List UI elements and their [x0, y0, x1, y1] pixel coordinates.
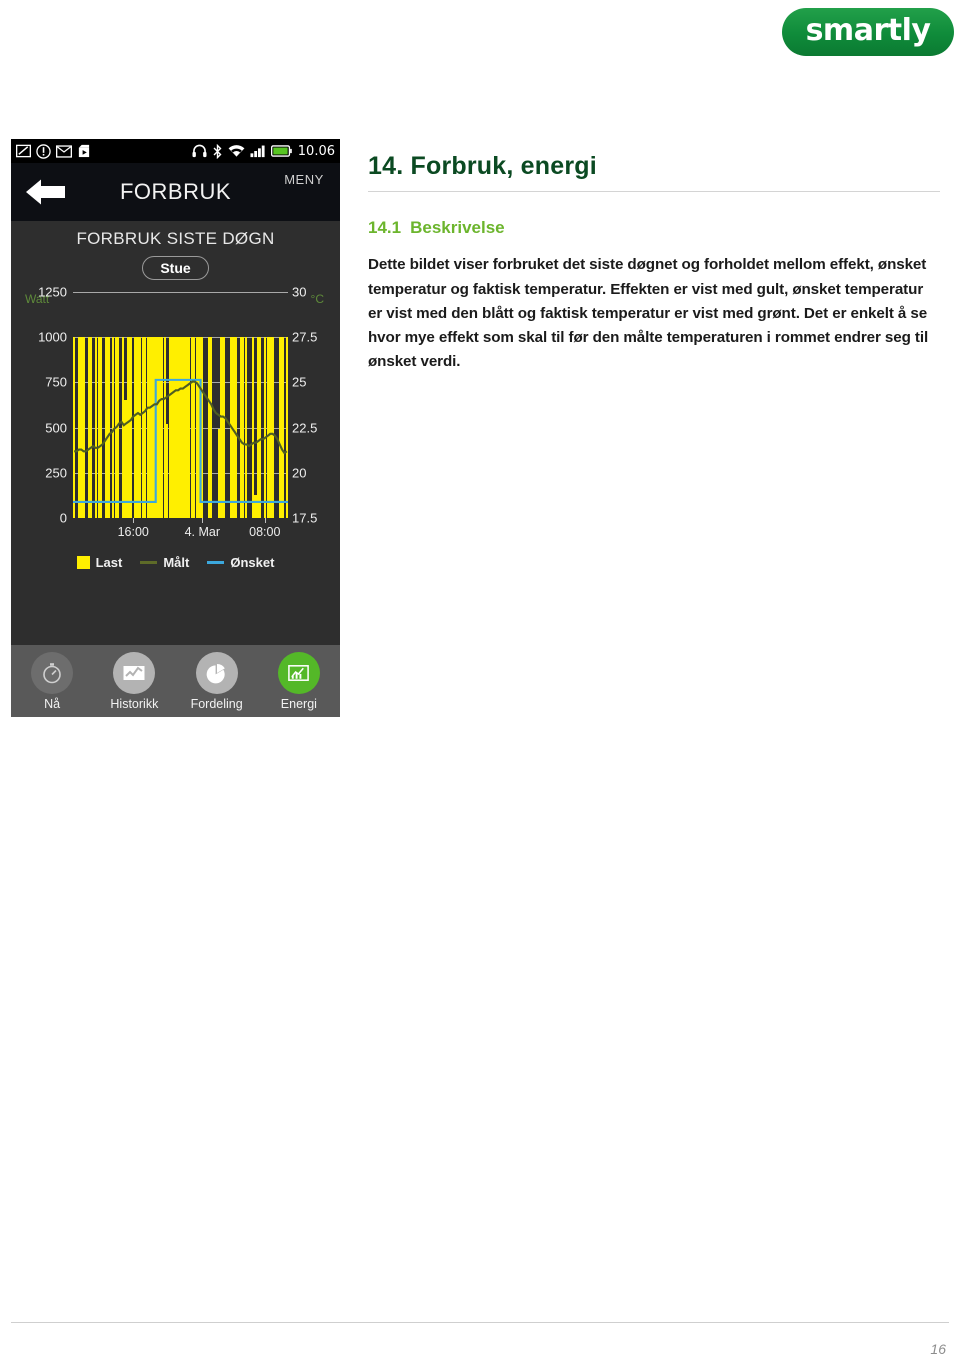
nav-label-na: Nå [44, 696, 61, 711]
phone-screenshot: 10.06 FORBRUK MENY FORBRUK SISTE DØGN St… [11, 139, 340, 717]
y-tick-left: 0 [59, 510, 67, 526]
line-chart-icon [113, 651, 156, 694]
legend-label: Målt [163, 555, 190, 570]
y-tick-left: 250 [45, 465, 67, 481]
media-play-icon [78, 144, 90, 158]
y-tick-right: 30 [292, 284, 307, 300]
nav-item-na[interactable]: Nå [11, 651, 93, 711]
brand-wordmark: smartly [805, 13, 931, 48]
gridline-top [73, 292, 288, 293]
warning-circle-icon [36, 143, 51, 159]
chart-plot-area [73, 312, 288, 518]
nav-label-historikk: Historikk [110, 696, 159, 711]
document-heading: 14. Forbruk, energi [368, 152, 597, 180]
document-body-text: Dette bildet viser forbruket det siste d… [368, 256, 929, 371]
heading-divider [368, 191, 940, 192]
status-right-icons [192, 143, 292, 159]
legend-item: Målt [140, 555, 189, 570]
legend-label: Last [95, 555, 123, 570]
page-number: 16 [930, 1341, 946, 1357]
y-tick-right: 27.5 [292, 329, 318, 345]
wifi-icon [228, 145, 245, 157]
subheading-number: 14.1 [368, 218, 402, 237]
energy-chart: Watt °C 1250 1000 750 500 250 0 30 27.5 25 22.5 2… [15, 284, 336, 551]
section-title: FORBRUK SISTE DØGN [76, 229, 275, 248]
y-tick-left: 750 [45, 374, 67, 390]
nav-label-energi: Energi [280, 696, 317, 711]
legend-swatch [140, 561, 158, 564]
x-tick-mark [264, 518, 266, 523]
room-selector-row: Stue [11, 253, 340, 286]
legend-item: Last [76, 555, 123, 570]
subheading-title: Beskrivelse [410, 218, 505, 237]
x-tick-mark [202, 518, 204, 523]
note-icon [16, 144, 31, 158]
stopwatch-icon [31, 651, 74, 694]
y-tick-left: 1000 [38, 329, 67, 345]
legend-swatch [76, 556, 90, 569]
battery-icon [270, 145, 292, 157]
temperature-lines [73, 378, 288, 503]
status-left-icons [16, 143, 91, 159]
status-clock: 10.06 [297, 143, 335, 159]
bluetooth-icon [213, 143, 222, 159]
app-title-bar: FORBRUK MENY [11, 163, 340, 221]
chart-legend: Last Målt Ønsket [11, 551, 340, 570]
menu-label: MENY [284, 172, 324, 187]
y-tick-right: 17.5 [292, 510, 318, 526]
footer-divider [11, 1322, 949, 1323]
x-tick-mark [133, 518, 135, 523]
signal-bars-icon [250, 145, 265, 158]
nav-item-energi[interactable]: Energi [258, 651, 340, 711]
measured-temp-line [74, 380, 288, 455]
x-tick-label: 4. Mar [184, 525, 221, 539]
android-status-bar: 10.06 [11, 139, 340, 163]
nav-item-fordeling[interactable]: Fordeling [176, 651, 258, 711]
legend-label: Ønsket [230, 555, 275, 570]
y-tick-left: 1250 [38, 284, 67, 300]
nav-label-fordeling: Fordeling [190, 696, 243, 711]
legend-swatch [207, 561, 225, 564]
document-subheading: 14.1 Beskrivelse [368, 218, 940, 238]
y-tick-right: 25 [292, 374, 307, 390]
y-tick-right: 22.5 [292, 420, 318, 436]
document-content: 14. Forbruk, energi 14.1 Beskrivelse Dett… [368, 152, 940, 390]
room-selector-pill[interactable]: Stue [142, 256, 209, 280]
x-tick-label: 08:00 [249, 525, 281, 539]
menu-button[interactable]: MENY [278, 171, 330, 187]
energy-chart-icon [277, 651, 320, 694]
y-tick-left: 500 [45, 420, 67, 436]
nav-item-historikk[interactable]: Historikk [93, 651, 175, 711]
y-tick-right: 20 [292, 465, 307, 481]
headphones-icon [192, 144, 207, 158]
smartly-logo: smartly [782, 8, 954, 56]
x-tick-label: 16:00 [117, 525, 149, 539]
legend-item: Ønsket [207, 555, 274, 570]
bottom-navigation: Nå Historikk Fordeling Energi [11, 645, 340, 717]
pie-chart-icon [195, 651, 238, 694]
mail-icon [56, 144, 72, 158]
